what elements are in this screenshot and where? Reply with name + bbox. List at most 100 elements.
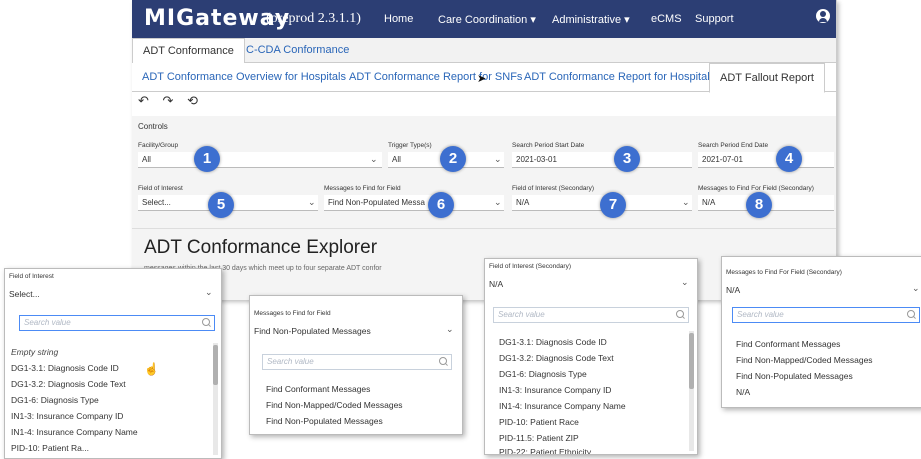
search-input[interactable]: Search value (493, 307, 689, 323)
dropdown-option[interactable]: PID-22: Patient Ethnicity (499, 447, 591, 454)
field-of-interest-dropdown: Field of Interest Select... ⌄ Search val… (4, 268, 222, 459)
callout-badge-5: 5 (208, 192, 234, 218)
chevron-down-icon: ⌄ (681, 277, 689, 287)
chevron-down-icon: ⌄ (205, 287, 213, 297)
messages-secondary-dropdown: Messages to Find For Field (Secondary) N… (721, 256, 921, 408)
dropdown-option[interactable]: IN1-4: Insurance Company Name (499, 401, 626, 411)
chevron-down-icon: ⌄ (494, 197, 502, 207)
dropdown-option[interactable]: Find Conformant Messages (266, 384, 370, 394)
chevron-down-icon: ⌄ (308, 197, 316, 207)
version-label: (preprod 2.3.1.1) (266, 11, 361, 26)
dropdown-option[interactable]: DG1-3.2: Diagnosis Code Text (499, 353, 614, 363)
callout-badge-8: 8 (746, 192, 772, 218)
dropdown-option[interactable]: Find Non-Populated Messages (736, 371, 853, 381)
dropdown-option[interactable]: PID-10: Patient Race (499, 417, 579, 427)
dropdown-label: Messages to Find For Field (Secondary) (726, 269, 842, 276)
dropdown-option[interactable]: Empty string (11, 347, 58, 357)
facility-select[interactable]: All (138, 152, 382, 168)
messages-secondary-label: Messages to Find For Field (Secondary) (698, 185, 814, 192)
scrollbar[interactable] (213, 343, 218, 455)
controls-panel: Controls Facility/Group All ⌄ 1 Trigger … (132, 116, 836, 228)
search-icon (202, 318, 210, 326)
search-placeholder: Search value (737, 310, 784, 319)
search-placeholder: Search value (24, 318, 71, 327)
dropdown-option[interactable]: PID-10: Patient Ra... (11, 443, 89, 453)
dropdown-option[interactable]: Find Conformant Messages (736, 339, 840, 349)
dropdown-option[interactable]: IN1-3: Insurance Company ID (499, 385, 611, 395)
dropdown-option[interactable]: DG1-3.2: Diagnosis Code Text (11, 379, 126, 389)
search-icon (439, 357, 447, 365)
dropdown-option[interactable]: Find Non-Mapped/Coded Messages (736, 355, 873, 365)
nav-care-coordination[interactable]: Care Coordination ▾ (438, 13, 536, 26)
dropdown-label: Messages to Find for Field (254, 310, 331, 317)
primary-tabs: ADT Conformance C-CDA Conformance (132, 38, 836, 64)
undo-icon[interactable]: ↶ (138, 93, 149, 108)
history-icon[interactable]: ⟲ (187, 93, 198, 108)
tab-report-hospitals[interactable]: ADT Conformance Report for Hospitals (524, 63, 715, 91)
toolbar: ↶ ↷ ⟲ (138, 93, 208, 111)
chevron-down-icon: ⌄ (682, 197, 690, 207)
field-of-interest-label: Field of Interest (138, 185, 183, 192)
chevron-down-icon: ⌄ (370, 154, 378, 164)
dropdown-option[interactable]: PID-11.5: Patient ZIP (499, 433, 579, 443)
messages-to-find-dropdown: Messages to Find for Field Find Non-Popu… (249, 295, 463, 435)
callout-badge-2: 2 (440, 146, 466, 172)
dropdown-option[interactable]: DG1-6: Diagnosis Type (11, 395, 99, 405)
start-date-label: Search Period Start Date (512, 142, 585, 149)
dropdown-label: Field of Interest (9, 273, 54, 280)
field-secondary-label: Field of Interest (Secondary) (512, 185, 595, 192)
hand-cursor-icon: ☝ (144, 362, 159, 376)
messages-to-find-select[interactable]: Find Non-Populated Messa (324, 195, 504, 211)
callout-badge-7: 7 (600, 192, 626, 218)
scrollbar[interactable] (689, 331, 694, 451)
end-date-input[interactable]: 2021-07-01 (698, 152, 834, 168)
dropdown-selected-value[interactable]: N/A (726, 285, 740, 295)
start-date-input[interactable]: 2021-03-01 (512, 152, 692, 168)
top-navbar: MIGateway (preprod 2.3.1.1) Home Care Co… (132, 0, 836, 38)
dropdown-option[interactable]: IN1-4: Insurance Company Name (11, 427, 138, 437)
dropdown-selected-value[interactable]: Find Non-Populated Messages (254, 326, 371, 336)
dropdown-selected-value[interactable]: N/A (489, 279, 503, 289)
tab-report-snfs[interactable]: ADT Conformance Report for SNFs (349, 63, 522, 91)
messages-to-find-label: Messages to Find for Field (324, 185, 401, 192)
search-icon (907, 310, 915, 318)
callout-badge-6: 6 (428, 192, 454, 218)
dropdown-option[interactable]: Find Non-Populated Messages (266, 416, 383, 426)
dropdown-option[interactable]: Find Non-Mapped/Coded Messages (266, 400, 403, 410)
tab-ccda-conformance[interactable]: C-CDA Conformance (236, 38, 359, 62)
dropdown-option[interactable]: N/A (736, 387, 750, 397)
nav-ecms[interactable]: eCMS (651, 13, 682, 25)
nav-support[interactable]: Support (695, 13, 734, 25)
tab-adt-conformance[interactable]: ADT Conformance (132, 38, 245, 64)
app-window: MIGateway (preprod 2.3.1.1) Home Care Co… (132, 0, 837, 300)
user-icon[interactable] (816, 9, 830, 23)
callout-badge-3: 3 (614, 146, 640, 172)
search-input[interactable]: Search value (262, 354, 452, 370)
search-icon (676, 310, 684, 318)
chevron-down-icon: ⌄ (912, 283, 920, 293)
dropdown-selected-value[interactable]: Select... (9, 289, 40, 299)
callout-badge-4: 4 (776, 146, 802, 172)
dropdown-option[interactable]: DG1-6: Diagnosis Type (499, 369, 587, 379)
search-placeholder: Search value (498, 310, 545, 319)
facility-label: Facility/Group (138, 142, 179, 149)
search-input[interactable]: Search value (19, 315, 215, 331)
dropdown-label: Field of Interest (Secondary) (489, 263, 572, 270)
controls-title: Controls (138, 122, 168, 131)
nav-home[interactable]: Home (384, 13, 413, 25)
mouse-cursor-icon: ➤ (477, 73, 487, 85)
dropdown-option[interactable]: DG1-3.1: Diagnosis Code ID (11, 363, 119, 373)
chevron-down-icon: ⌄ (446, 324, 454, 334)
redo-icon[interactable]: ↷ (163, 93, 174, 108)
callout-badge-1: 1 (194, 146, 220, 172)
nav-administrative[interactable]: Administrative ▾ (552, 13, 630, 26)
trigger-type-label: Trigger Type(s) (388, 142, 432, 149)
tab-overview-hospitals[interactable]: ADT Conformance Overview for Hospitals (142, 63, 346, 91)
page-title: ADT Conformance Explorer (144, 237, 378, 258)
tab-fallout-report[interactable]: ADT Fallout Report (709, 63, 825, 93)
search-placeholder: Search value (267, 357, 314, 366)
chevron-down-icon: ⌄ (494, 154, 502, 164)
dropdown-option[interactable]: IN1-3: Insurance Company ID (11, 411, 123, 421)
dropdown-option[interactable]: DG1-3.1: Diagnosis Code ID (499, 337, 607, 347)
search-input[interactable]: Search value (732, 307, 920, 323)
